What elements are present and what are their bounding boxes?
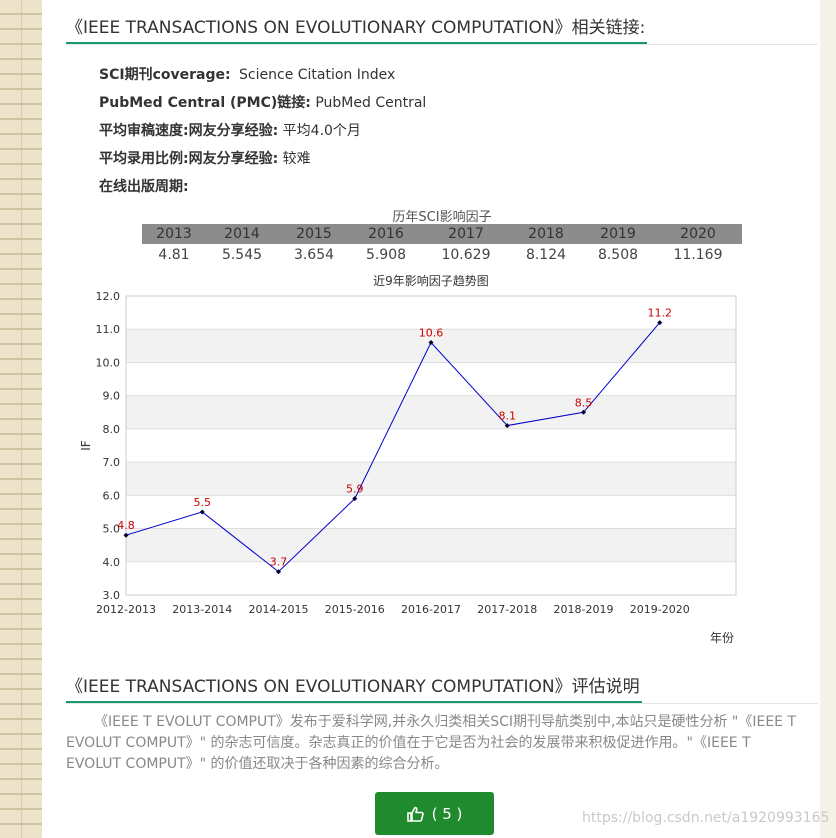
value-cell: 11.169	[673, 247, 723, 263]
year-cell: 2013	[142, 224, 206, 244]
info-key: 平均录用比例:网友分享经验:	[99, 151, 279, 167]
watermark: https://blog.csdn.net/a1920993165	[582, 810, 830, 826]
year-cell: 2015	[278, 224, 350, 244]
info-value: 平均4.0个月	[282, 123, 361, 139]
x-tick-label: 2015-2016	[325, 603, 385, 616]
y-tick-label: 10.0	[96, 356, 121, 369]
y-axis-label: IF	[79, 440, 93, 451]
year-cell: 2019	[581, 224, 654, 244]
info-row-review-speed: 平均审稿速度:网友分享经验: 平均4.0个月	[99, 120, 361, 140]
value-cell: 3.654	[293, 247, 335, 263]
x-tick-label: 2012-2013	[96, 603, 156, 616]
links-heading: 《IEEE TRANSACTIONS ON EVOLUTIONARY COMPU…	[66, 16, 648, 44]
value-cell: 4.81	[158, 247, 190, 263]
table-row: 4.81 5.545 3.654 5.908 10.629 8.124 8.50…	[142, 244, 742, 266]
info-row-acceptance: 平均录用比例:网友分享经验: 较难	[99, 148, 311, 168]
impact-factor-trend-chart: 3.04.05.06.07.08.09.010.011.012.02012-20…	[79, 273, 737, 645]
eval-heading: 《IEEE TRANSACTIONS ON EVOLUTIONARY COMPU…	[66, 675, 642, 703]
info-row-publication-cycle: 在线出版周期:	[99, 176, 189, 196]
x-tick-label: 2013-2014	[172, 603, 232, 616]
thumbs-up-icon	[406, 806, 424, 822]
year-cell: 2017	[422, 224, 510, 244]
y-tick-label: 4.0	[103, 556, 121, 569]
data-label: 8.5	[575, 396, 593, 409]
value-cell: 8.124	[525, 247, 567, 263]
data-label: 11.2	[648, 307, 673, 320]
if-table-caption: 历年SCI影响因子	[392, 210, 492, 225]
info-key: SCI期刊coverage:	[99, 67, 231, 83]
value-cell: 8.508	[597, 247, 639, 263]
x-tick-label: 2017-2018	[477, 603, 537, 616]
impact-factor-table: 2013 2014 2015 2016 2017 2018 2019 2020 …	[142, 224, 742, 266]
info-value-link[interactable]: PubMed Central	[315, 95, 426, 111]
info-key: 平均审稿速度:网友分享经验:	[99, 123, 279, 139]
grid-band	[126, 528, 736, 562]
value-cell: 5.545	[221, 247, 263, 263]
links-section-header: 《IEEE TRANSACTIONS ON EVOLUTIONARY COMPU…	[66, 16, 818, 45]
info-row-pmc: PubMed Central (PMC)链接: PubMed Central	[99, 92, 426, 112]
x-tick-label: 2016-2017	[401, 603, 461, 616]
year-cell: 2014	[206, 224, 278, 244]
x-tick-label: 2019-2020	[630, 603, 690, 616]
like-button[interactable]: ( 5 )	[375, 792, 494, 835]
info-key: 在线出版周期:	[99, 179, 189, 195]
table-header-row: 2013 2014 2015 2016 2017 2018 2019 2020	[142, 224, 742, 244]
x-tick-label: 2014-2015	[249, 603, 309, 616]
year-cell: 2020	[653, 224, 742, 244]
info-row-coverage: SCI期刊coverage: Science Citation Index	[99, 64, 395, 84]
y-tick-label: 11.0	[96, 323, 121, 336]
info-key: PubMed Central (PMC)链接:	[99, 95, 311, 111]
eval-description: 《IEEE T EVOLUT COMPUT》发布于爱科学网,并永久归类相关SCI…	[66, 714, 797, 772]
data-label: 3.7	[270, 556, 288, 569]
like-count: ( 5 )	[431, 804, 463, 823]
value-cell: 10.629	[441, 247, 491, 263]
value-cell: 5.908	[365, 247, 407, 263]
chart-title: 近9年影响因子趋势图	[373, 273, 489, 288]
year-cell: 2016	[350, 224, 422, 244]
eval-section-header: 《IEEE TRANSACTIONS ON EVOLUTIONARY COMPU…	[66, 675, 818, 704]
y-tick-label: 9.0	[103, 390, 121, 403]
x-tick-label: 2018-2019	[554, 603, 614, 616]
y-tick-label: 8.0	[103, 423, 121, 436]
right-margin	[820, 0, 836, 838]
data-label: 5.5	[194, 496, 212, 509]
data-label: 10.6	[419, 327, 444, 340]
y-tick-label: 3.0	[103, 589, 121, 602]
data-label: 4.8	[117, 519, 135, 532]
y-tick-label: 6.0	[103, 489, 121, 502]
y-tick-label: 7.0	[103, 456, 121, 469]
x-axis-label: 年份	[710, 631, 734, 645]
year-cell: 2018	[509, 224, 582, 244]
grid-band	[126, 462, 736, 496]
y-tick-label: 12.0	[96, 290, 121, 303]
info-value: 较难	[282, 151, 311, 167]
info-value-link[interactable]: Science Citation Index	[239, 67, 395, 83]
data-label: 8.1	[499, 410, 517, 423]
data-label: 5.9	[346, 483, 364, 496]
grid-band	[126, 395, 736, 429]
